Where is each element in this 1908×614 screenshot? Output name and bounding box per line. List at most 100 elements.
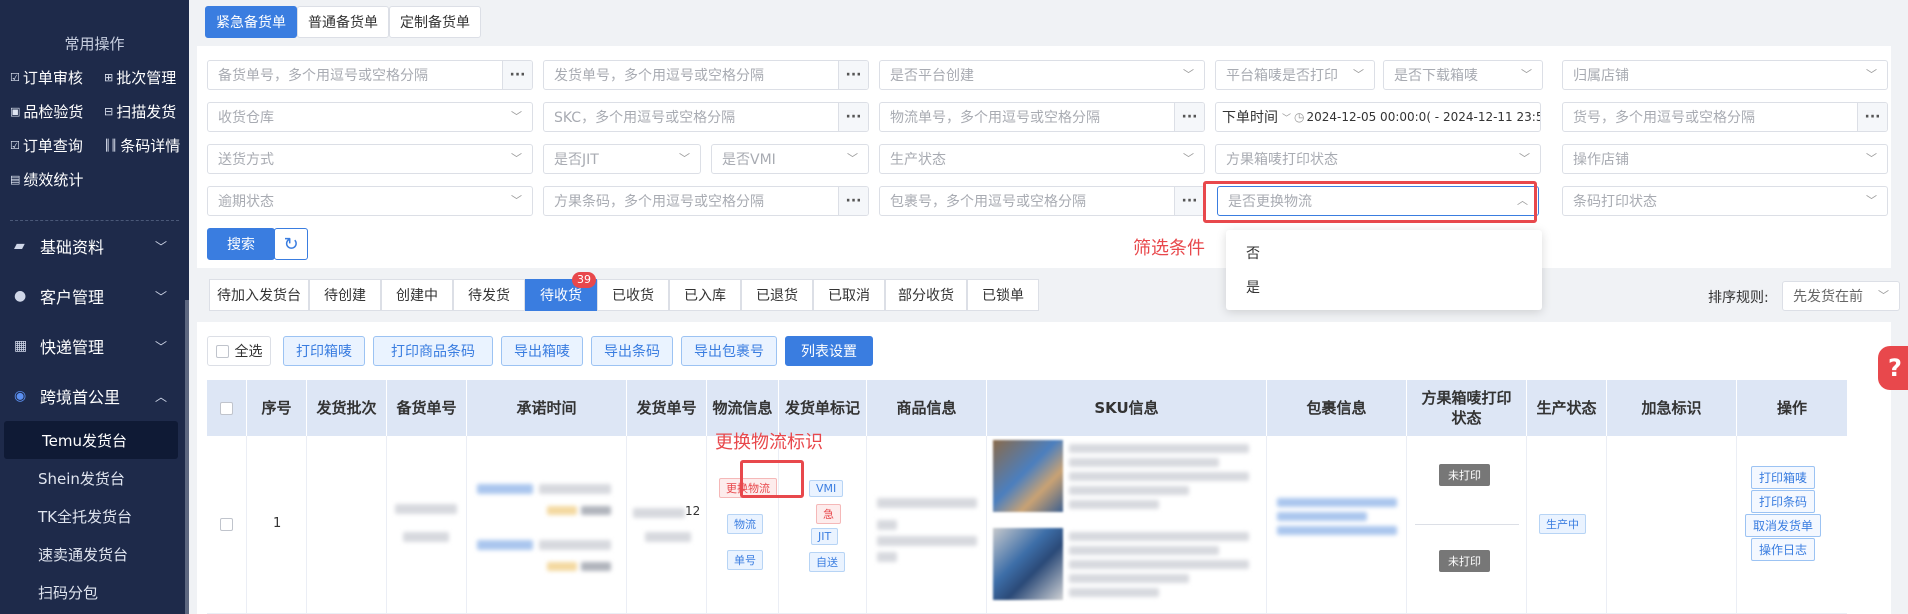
dropdown-option-yes[interactable]: 是 <box>1226 270 1542 304</box>
skc-input[interactable]: SKC，多个用逗号或空格分隔 ··· <box>543 102 869 132</box>
date-type-label[interactable]: 下单时间 <box>1222 107 1278 127</box>
jit-select[interactable]: 是否JIT ﹀ <box>543 144 701 174</box>
vmi-select[interactable]: 是否VMI ﹀ <box>711 144 869 174</box>
placeholder: 方果箱唛打印状态 <box>1226 152 1338 168</box>
blurred-text <box>877 536 977 546</box>
quick-scan-ship[interactable]: ⊟ 扫描发货 <box>104 101 176 122</box>
package-no-input[interactable]: 包裹号，多个用逗号或空格分隔 ··· <box>879 186 1205 216</box>
blurred-text <box>547 562 577 571</box>
menu-label: 客户管理 <box>40 288 105 307</box>
tab-custom-stock[interactable]: 定制备货单 <box>389 6 481 38</box>
more-icon[interactable]: ··· <box>1857 103 1887 131</box>
blurred-text <box>877 498 977 508</box>
more-icon[interactable]: ··· <box>1174 187 1204 215</box>
export-package-button[interactable]: 导出包裹号 <box>681 336 777 366</box>
row-index: 1 <box>273 516 282 531</box>
search-button[interactable]: 搜索 <box>207 228 275 260</box>
checkbox[interactable] <box>215 344 229 358</box>
quick-label: 订单查询 <box>22 137 83 155</box>
tab-urgent-stock[interactable]: 紧急备货单 <box>205 6 297 38</box>
export-label-button[interactable]: 导出箱唛 <box>501 336 583 366</box>
platform-created-select[interactable]: 是否平台创建 ﹀ <box>879 60 1205 90</box>
list-settings-button[interactable]: 列表设置 <box>785 336 873 366</box>
order-date-range[interactable]: 下单时间 ﹀ ◷ 2024-12-05 00:00:0( - 2024-12-11 2… <box>1215 102 1541 132</box>
menu-basic-data[interactable]: ▰ 基础资料 ﹀ <box>0 224 189 268</box>
more-icon[interactable]: ··· <box>838 187 868 215</box>
operation-log-action[interactable]: 操作日志 <box>1751 538 1816 561</box>
scan-icon: ⊟ <box>104 105 114 118</box>
user-icon: ● <box>14 288 27 304</box>
tab-cancelled[interactable]: 已取消 <box>813 279 885 311</box>
submenu-aliexpress[interactable]: 速卖通发货台 <box>0 535 189 573</box>
stock-no-input[interactable]: 备货单号，多个用逗号或空格分隔 ··· <box>207 60 533 90</box>
blurred-text <box>395 504 457 514</box>
print-status-badge: 未打印 <box>1439 464 1490 486</box>
row-urgent-cell <box>1607 436 1737 613</box>
tab-pending-receive[interactable]: 待收货 39 <box>525 272 597 311</box>
overdue-status-select[interactable]: 逾期状态 ﹀ <box>207 186 533 216</box>
dropdown-option-no[interactable]: 否 <box>1226 236 1542 270</box>
refresh-icon[interactable]: ↻ <box>274 228 308 260</box>
print-barcode-button[interactable]: 打印商品条码 <box>373 336 493 366</box>
label-downloaded-select[interactable]: 是否下载箱唛 ﹀ <box>1383 60 1543 90</box>
delivery-method-select[interactable]: 送货方式 ﹀ <box>207 144 533 174</box>
print-label-button[interactable]: 打印箱唛 <box>283 336 365 366</box>
print-barcode-action[interactable]: 打印条码 <box>1751 490 1816 513</box>
tab-pending-add[interactable]: 待加入发货台 <box>209 279 309 311</box>
checkbox[interactable] <box>220 401 233 415</box>
label-print-status-select[interactable]: 方果箱唛打印状态 ﹀ <box>1215 144 1541 174</box>
tab-creating[interactable]: 创建中 <box>381 279 453 311</box>
quick-batch-manage[interactable]: ⊞ 批次管理 <box>104 67 176 88</box>
submenu-tk[interactable]: TK全托发货台 <box>0 497 189 535</box>
sort-select[interactable]: 先发货在前 ﹀ <box>1782 281 1900 311</box>
more-icon[interactable]: ··· <box>838 103 868 131</box>
menu-customer[interactable]: ● 客户管理 ﹀ <box>0 274 189 318</box>
more-icon[interactable]: ··· <box>502 61 532 89</box>
submenu-shein[interactable]: Shein发货台 <box>0 459 189 497</box>
quick-quality-check[interactable]: ▣ 品检验货 <box>10 101 83 122</box>
vmi-tag: VMI <box>809 480 844 497</box>
sku-code-input[interactable]: 货号，多个用逗号或空格分隔 ··· <box>1562 102 1888 132</box>
menu-crossborder[interactable]: ◉ 跨境首公里 ︿ <box>0 374 189 418</box>
help-icon[interactable]: ? <box>1878 346 1908 390</box>
blurred-text <box>1069 486 1189 495</box>
operate-shop-select[interactable]: 操作店铺 ﹀ <box>1562 144 1888 174</box>
tracking-no-input[interactable]: 物流单号，多个用逗号或空格分隔 ··· <box>879 102 1205 132</box>
tab-locked[interactable]: 已锁单 <box>967 279 1039 311</box>
more-icon[interactable]: ··· <box>1174 103 1204 131</box>
menu-express[interactable]: ▦ 快递管理 ﹀ <box>0 324 189 368</box>
tab-returned[interactable]: 已退货 <box>741 279 813 311</box>
tab-received[interactable]: 已收货 <box>597 279 669 311</box>
tab-stored[interactable]: 已入库 <box>669 279 741 311</box>
submenu-scan-split[interactable]: 扫码分包 <box>0 573 189 611</box>
quick-order-query[interactable]: ☑ 订单查询 <box>10 135 83 156</box>
platform-label-printed-select[interactable]: 平台箱唛是否打印 ﹀ <box>1215 60 1375 90</box>
quick-order-review[interactable]: ☑ 订单审核 <box>10 67 83 88</box>
owner-shop-select[interactable]: 归属店铺 ﹀ <box>1562 60 1888 90</box>
placeholder: 备货单号，多个用逗号或空格分隔 <box>218 68 428 84</box>
tab-pending-ship[interactable]: 待发货 <box>453 279 525 311</box>
checkbox[interactable] <box>220 518 233 531</box>
quick-barcode-detail[interactable]: ║║ 条码详情 <box>104 135 180 156</box>
cell-divider <box>1415 524 1519 525</box>
select-all-checkbox[interactable]: 全选 <box>207 336 271 366</box>
more-icon[interactable]: ··· <box>838 61 868 89</box>
ship-no-input[interactable]: 发货单号，多个用逗号或空格分隔 ··· <box>543 60 869 90</box>
tab-normal-stock[interactable]: 普通备货单 <box>297 6 389 38</box>
fangguo-barcode-input[interactable]: 方果条码，多个用逗号或空格分隔 ··· <box>543 186 869 216</box>
filter-panel: 备货单号，多个用逗号或空格分隔 ··· 发货单号，多个用逗号或空格分隔 ··· 是否… <box>197 46 1891 268</box>
cancel-ship-action[interactable]: 取消发货单 <box>1745 514 1822 537</box>
print-label-action[interactable]: 打印箱唛 <box>1751 466 1816 489</box>
barcode-print-status-select[interactable]: 条码打印状态 ﹀ <box>1562 186 1888 216</box>
quick-performance[interactable]: ▤ 绩效统计 <box>10 169 83 190</box>
blurred-text <box>1069 458 1219 467</box>
warehouse-select[interactable]: 收货仓库 ﹀ <box>207 102 533 132</box>
export-barcode-button[interactable]: 导出条码 <box>591 336 673 366</box>
chevron-down-icon: ﹀ <box>1183 152 1194 165</box>
submenu-temu[interactable]: Temu发货台 <box>4 421 178 459</box>
chevron-down-icon: ﹀ <box>679 152 690 165</box>
col-promise-time: 承诺时间 <box>467 380 627 436</box>
production-status-select[interactable]: 生产状态 ﹀ <box>879 144 1205 174</box>
tab-pending-create[interactable]: 待创建 <box>309 279 381 311</box>
tab-partial-received[interactable]: 部分收货 <box>885 279 967 311</box>
